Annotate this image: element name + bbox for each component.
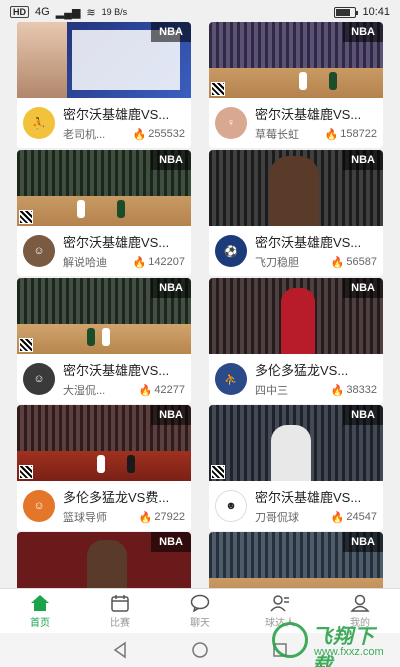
video-title[interactable]: 多伦多猛龙VS... — [255, 360, 377, 379]
nba-badge: NBA — [151, 278, 191, 298]
watermark-text: 飞翔下载 — [312, 626, 375, 667]
home-icon — [31, 594, 49, 611]
video-thumbnail[interactable]: NBA — [17, 150, 191, 226]
nba-badge: NBA — [151, 22, 191, 42]
video-title[interactable]: 密尔沃基雄鹿VS... — [255, 232, 377, 251]
nba-badge: NBA — [343, 532, 383, 552]
tab-chat[interactable]: 聊天 — [160, 589, 240, 633]
video-thumbnail[interactable]: NBA — [17, 405, 191, 481]
wifi-icon: ≋ — [86, 6, 96, 19]
flame-icon: 🔥 — [138, 511, 153, 524]
video-card[interactable]: NBA ☺ 多伦多猛龙VS费... 篮球导师 🔥 27922 — [17, 405, 191, 531]
video-card[interactable]: NBA ♀ 密尔沃基雄鹿VS... 草莓长虹 🔥 158722 — [209, 22, 383, 148]
nba-badge: NBA — [343, 405, 383, 425]
video-card[interactable]: NBA ⛹ 密尔沃基雄鹿VS... 老司机... 🔥 255532 — [17, 22, 191, 148]
video-thumbnail[interactable]: NBA — [209, 405, 383, 481]
flame-icon: 🔥 — [132, 256, 147, 269]
heat-count: 🔥 158722 — [324, 128, 377, 141]
heat-count: 🔥 142207 — [132, 256, 185, 269]
flame-icon: 🔥 — [138, 384, 153, 397]
avatar[interactable]: ♀ — [215, 107, 247, 139]
signal-icon: ▂▄▆ — [55, 6, 81, 19]
network-indicator: 4G — [35, 6, 50, 18]
tab-label: 聊天 — [190, 617, 210, 629]
video-thumbnail[interactable]: NBA — [209, 150, 383, 226]
nba-badge: NBA — [151, 150, 191, 170]
video-card[interactable]: NBA — [209, 532, 383, 588]
nba-badge: NBA — [151, 405, 191, 425]
video-card[interactable]: NBA ☺ 密尔沃基雄鹿VS... 解说哈迪 🔥 142207 — [17, 150, 191, 276]
video-thumbnail[interactable]: NBA — [209, 22, 383, 98]
chat-icon — [190, 594, 210, 612]
nba-badge: NBA — [343, 150, 383, 170]
heat-count: 🔥 42277 — [138, 384, 185, 397]
video-thumbnail[interactable]: NBA — [209, 278, 383, 354]
flame-icon: 🔥 — [330, 384, 345, 397]
avatar[interactable]: ⚽ — [215, 235, 247, 267]
hd-badge: HD — [10, 6, 29, 18]
nba-badge: NBA — [151, 532, 191, 552]
watermark-icon — [272, 622, 308, 658]
author-name: 老司机... — [63, 129, 106, 141]
nba-badge: NBA — [343, 22, 383, 42]
watermark-logo: 飞翔下载 www.fxxz.com — [270, 618, 394, 667]
video-title[interactable]: 密尔沃基雄鹿VS... — [255, 104, 377, 123]
network-speed: 19 B/s — [101, 7, 128, 17]
author-name: 大湿侃... — [63, 385, 106, 397]
back-icon[interactable] — [111, 641, 129, 659]
author-name: 飞刀稳胆 — [255, 257, 299, 269]
video-title[interactable]: 多伦多猛龙VS费... — [63, 487, 185, 506]
heat-count: 🔥 38332 — [330, 384, 377, 397]
heat-count: 🔥 56587 — [330, 256, 377, 269]
video-card[interactable]: NBA ⛹ 多伦多猛龙VS... 四中三 🔥 38332 — [209, 278, 383, 404]
author-name: 篮球导师 — [63, 512, 107, 524]
video-card[interactable]: NBA — [17, 532, 191, 588]
tab-label: 首页 — [30, 617, 50, 629]
tab-matches[interactable]: 比赛 — [80, 589, 160, 633]
status-bar: HD 4G ▂▄▆ ≋ 19 B/s 10:41 — [0, 0, 400, 24]
home-button-icon[interactable] — [191, 641, 209, 659]
avatar[interactable]: ☺ — [23, 490, 55, 522]
profile-icon — [350, 594, 370, 612]
tab-home[interactable]: 首页 — [0, 589, 80, 633]
tab-label: 比赛 — [110, 617, 130, 629]
calendar-icon — [111, 594, 129, 612]
nba-badge: NBA — [343, 278, 383, 298]
video-card[interactable]: NBA ☺ 密尔沃基雄鹿VS... 大湿侃... 🔥 42277 — [17, 278, 191, 404]
video-thumbnail[interactable]: NBA — [17, 532, 191, 588]
video-title[interactable]: 密尔沃基雄鹿VS... — [63, 232, 185, 251]
video-thumbnail[interactable]: NBA — [209, 532, 383, 588]
author-name: 刀哥侃球 — [255, 512, 299, 524]
avatar[interactable]: ⛹ — [215, 363, 247, 395]
video-thumbnail[interactable]: NBA — [17, 278, 191, 354]
video-card[interactable]: NBA ⚽ 密尔沃基雄鹿VS... 飞刀稳胆 🔥 56587 — [209, 150, 383, 276]
experts-icon — [270, 594, 289, 612]
avatar[interactable]: ☻ — [215, 490, 247, 522]
author-name: 草莓长虹 — [255, 129, 299, 141]
flame-icon: 🔥 — [132, 128, 147, 141]
video-thumbnail[interactable]: NBA — [17, 22, 191, 98]
flame-icon: 🔥 — [330, 511, 345, 524]
clock: 10:41 — [362, 6, 390, 18]
avatar[interactable]: ⛹ — [23, 107, 55, 139]
flame-icon: 🔥 — [324, 128, 339, 141]
flame-icon: 🔥 — [330, 256, 345, 269]
watermark-url: www.fxxz.com — [314, 646, 384, 658]
author-name: 四中三 — [255, 385, 288, 397]
video-title[interactable]: 密尔沃基雄鹿VS... — [63, 104, 185, 123]
video-title[interactable]: 密尔沃基雄鹿VS... — [255, 487, 377, 506]
video-card[interactable]: NBA ☻ 密尔沃基雄鹿VS... 刀哥侃球 🔥 24547 — [209, 405, 383, 531]
video-feed: NBA ⛹ 密尔沃基雄鹿VS... 老司机... 🔥 255532 NBA ♀ 密… — [0, 0, 400, 588]
video-title[interactable]: 密尔沃基雄鹿VS... — [63, 360, 185, 379]
avatar[interactable]: ☺ — [23, 363, 55, 395]
author-name: 解说哈迪 — [63, 257, 107, 269]
heat-count: 🔥 255532 — [132, 128, 185, 141]
avatar[interactable]: ☺ — [23, 235, 55, 267]
heat-count: 🔥 24547 — [330, 511, 377, 524]
battery-icon — [334, 6, 359, 18]
heat-count: 🔥 27922 — [138, 511, 185, 524]
